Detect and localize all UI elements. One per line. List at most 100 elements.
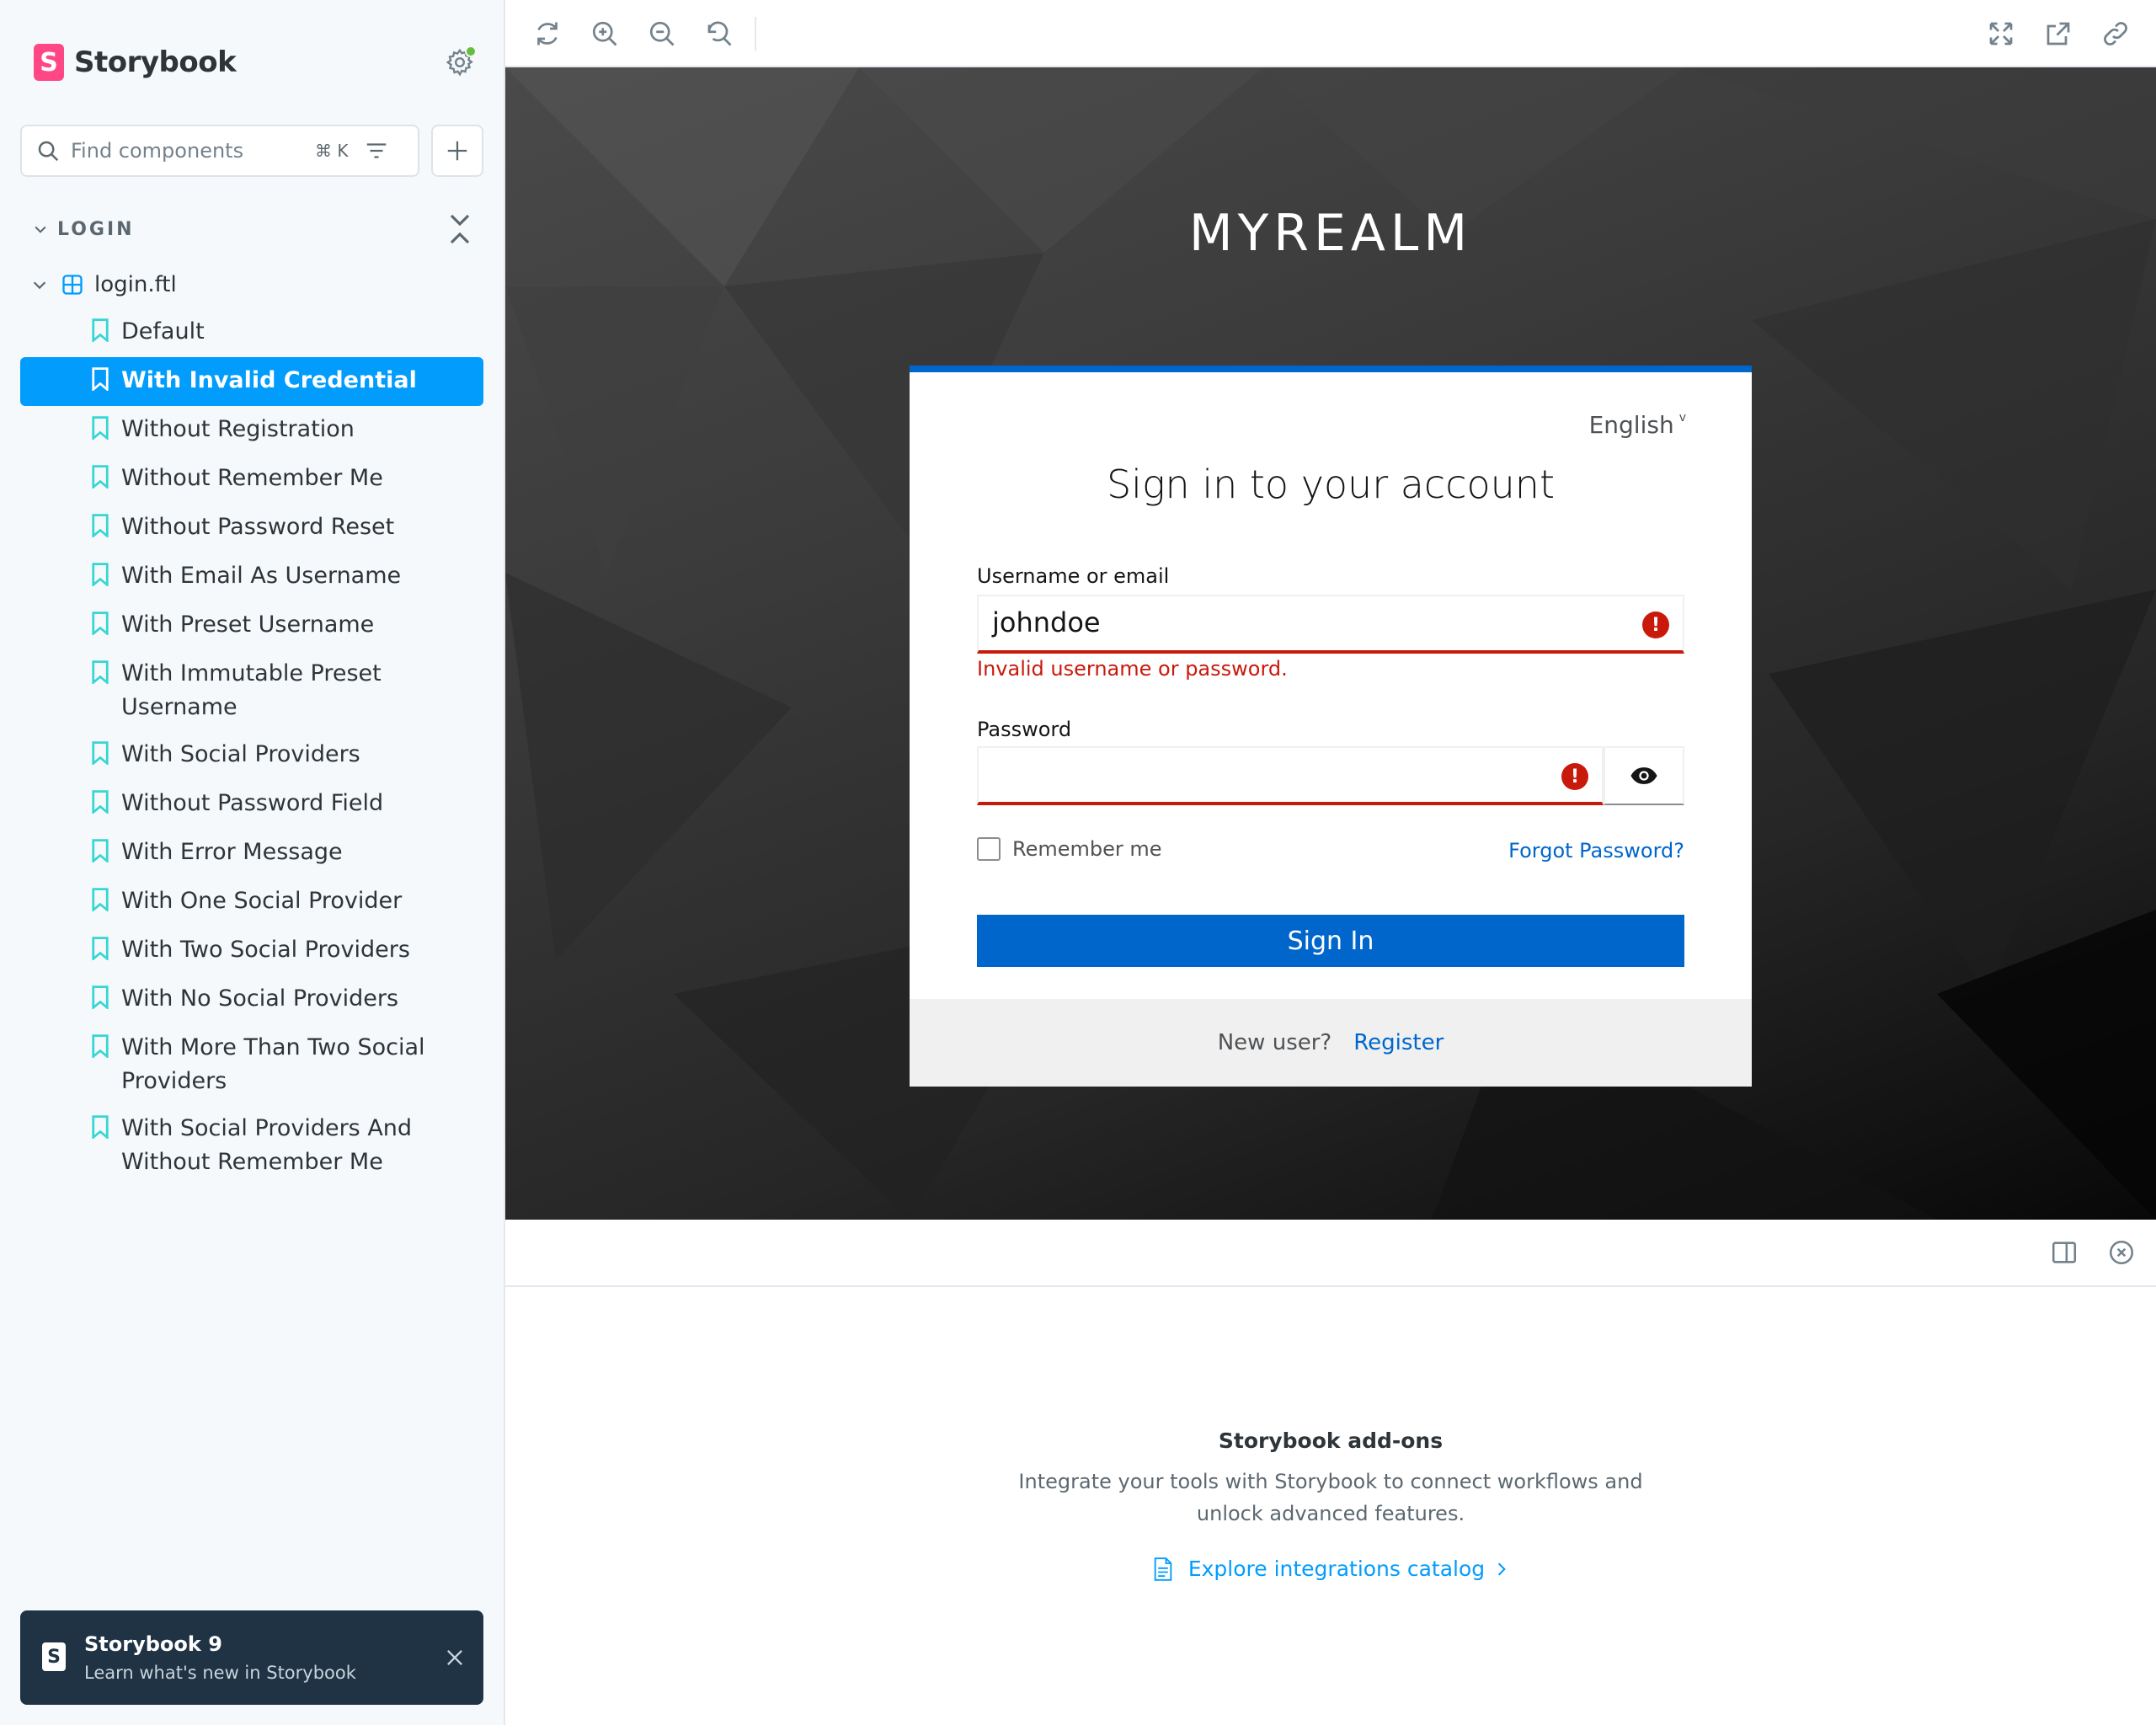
story-label: Without Password Field bbox=[121, 790, 384, 816]
story-label: With One Social Provider bbox=[121, 888, 403, 914]
username-field[interactable]: johndoe ! bbox=[977, 595, 1684, 654]
language-label: English bbox=[1588, 411, 1674, 439]
story-item[interactable]: With No Social Providers bbox=[20, 975, 483, 1024]
story-item[interactable]: With One Social Provider bbox=[20, 878, 483, 927]
addons-description: Integrate your tools with Storybook to c… bbox=[1018, 1470, 1643, 1525]
remember-me-checkbox[interactable] bbox=[977, 837, 1001, 861]
story-item[interactable]: With Email As Username bbox=[20, 553, 483, 601]
whats-new-toast[interactable]: S Storybook 9 Learn what's new in Storyb… bbox=[20, 1610, 483, 1705]
story-label: With Preset Username bbox=[121, 611, 375, 638]
language-selector[interactable]: English v bbox=[1589, 411, 1686, 439]
bookmark-icon bbox=[92, 1034, 109, 1058]
story-item[interactable]: Without Remember Me bbox=[20, 455, 483, 504]
story-item[interactable]: Default bbox=[20, 308, 483, 357]
brand-name: Storybook bbox=[74, 45, 237, 79]
username-label: Username or email bbox=[977, 564, 1170, 588]
explore-integrations-link[interactable]: Explore integrations catalog bbox=[505, 1557, 2156, 1581]
story-label: With More Than Two Social Providers bbox=[121, 1034, 425, 1094]
collapse-all-icon[interactable] bbox=[448, 212, 472, 246]
group-header-login[interactable]: LOGIN bbox=[32, 216, 135, 243]
story-item[interactable]: Without Registration bbox=[20, 406, 483, 455]
chevron-down-icon bbox=[33, 281, 46, 290]
addons-empty-state: Storybook add-ons Integrate your tools w… bbox=[505, 1287, 2156, 1725]
bookmark-icon bbox=[92, 416, 109, 440]
story-item[interactable]: With Two Social Providers bbox=[20, 927, 483, 975]
remember-me[interactable]: Remember me bbox=[977, 837, 1162, 861]
storybook-logo-icon: S bbox=[34, 44, 64, 81]
story-label: Without Password Reset bbox=[121, 514, 395, 540]
story-label: With Social Providers And Without Rememb… bbox=[121, 1115, 413, 1175]
preview-toolbar bbox=[505, 0, 2156, 67]
status-dot bbox=[465, 45, 477, 57]
story-label: With Social Providers bbox=[121, 741, 360, 767]
story-label: Without Remember Me bbox=[121, 465, 383, 491]
story-item[interactable]: Without Password Reset bbox=[20, 504, 483, 553]
story-label: With Email As Username bbox=[121, 563, 402, 589]
bookmark-icon bbox=[92, 839, 109, 862]
zoom-in-icon[interactable] bbox=[590, 19, 620, 49]
username-value: johndoe bbox=[992, 606, 1101, 638]
story-item[interactable]: With Error Message bbox=[20, 829, 483, 878]
fullscreen-icon[interactable] bbox=[1986, 19, 2016, 49]
page-title: Sign in to your account bbox=[1106, 462, 1556, 507]
bookmark-icon bbox=[92, 985, 109, 1009]
bookmark-icon bbox=[92, 465, 109, 489]
search-box[interactable]: ⌘ K bbox=[20, 125, 419, 177]
component-login-ftl[interactable]: login.ftl bbox=[30, 268, 177, 302]
toolbar-divider bbox=[755, 17, 756, 51]
zoom-out-icon[interactable] bbox=[647, 19, 677, 49]
sign-in-button[interactable]: Sign In bbox=[977, 915, 1684, 967]
login-card: English v Sign in to your account Usernam… bbox=[910, 366, 1752, 1087]
story-label: Default bbox=[121, 318, 205, 344]
search-input[interactable] bbox=[71, 139, 315, 163]
story-label: With Invalid Credential bbox=[121, 367, 417, 393]
toast-title: Storybook 9 bbox=[84, 1632, 222, 1656]
story-item[interactable]: With Invalid Credential bbox=[20, 357, 483, 406]
story-item[interactable]: With Social Providers And Without Rememb… bbox=[20, 1105, 483, 1186]
plus-icon bbox=[447, 141, 467, 161]
story-item[interactable]: With More Than Two Social Providers bbox=[20, 1024, 483, 1105]
bookmark-icon bbox=[92, 611, 109, 635]
story-item[interactable]: With Immutable Preset Username bbox=[20, 650, 483, 731]
error-icon: ! bbox=[1642, 611, 1669, 638]
caret-down-icon: v bbox=[1678, 411, 1686, 425]
open-new-tab-icon[interactable] bbox=[2043, 19, 2073, 49]
search-shortcut: ⌘ K bbox=[315, 141, 349, 161]
story-item[interactable]: With Social Providers bbox=[20, 731, 483, 780]
story-item[interactable]: With Preset Username bbox=[20, 601, 483, 650]
bookmark-icon bbox=[92, 790, 109, 814]
add-story-button[interactable] bbox=[431, 125, 483, 177]
show-password-button[interactable] bbox=[1604, 746, 1684, 805]
error-message: Invalid username or password. bbox=[977, 657, 1288, 681]
chevron-down-icon bbox=[35, 226, 46, 233]
error-icon: ! bbox=[1561, 763, 1588, 790]
settings-gear-icon[interactable] bbox=[445, 45, 477, 77]
close-icon[interactable] bbox=[443, 1646, 467, 1669]
password-field[interactable]: ! bbox=[977, 746, 1604, 805]
copy-link-icon[interactable] bbox=[2100, 19, 2131, 49]
story-item[interactable]: Without Password Field bbox=[20, 780, 483, 829]
addons-title: Storybook add-ons bbox=[1218, 1429, 1444, 1453]
story-label: Without Registration bbox=[121, 416, 355, 442]
filter-icon[interactable] bbox=[364, 138, 389, 163]
bookmark-icon bbox=[92, 563, 109, 586]
story-label: With Two Social Providers bbox=[121, 937, 410, 963]
new-user-text: New user? bbox=[1217, 1030, 1332, 1055]
bookmark-icon bbox=[92, 937, 109, 960]
bookmark-icon bbox=[92, 367, 109, 391]
panel-position-icon[interactable] bbox=[2050, 1238, 2079, 1267]
bookmark-icon bbox=[92, 318, 109, 342]
document-icon bbox=[1154, 1557, 1172, 1581]
forgot-password-link[interactable]: Forgot Password? bbox=[1508, 839, 1684, 862]
remount-icon[interactable] bbox=[532, 19, 563, 49]
reset-zoom-icon[interactable] bbox=[704, 19, 734, 49]
sidebar: S Storybook ⌘ K LOGIN bbox=[0, 0, 505, 1725]
close-panel-icon[interactable] bbox=[2107, 1238, 2136, 1267]
explore-link-label: Explore integrations catalog bbox=[1187, 1557, 1486, 1581]
realm-name: MYREALM bbox=[1188, 204, 1473, 263]
register-link[interactable]: Register bbox=[1353, 1030, 1444, 1055]
story-preview: MYREALM English v Sign in to your account… bbox=[505, 67, 2156, 1220]
chevron-right-icon bbox=[1498, 1562, 1506, 1575]
storybook-logo[interactable]: S Storybook bbox=[34, 44, 237, 81]
remember-me-label: Remember me bbox=[1012, 837, 1162, 861]
